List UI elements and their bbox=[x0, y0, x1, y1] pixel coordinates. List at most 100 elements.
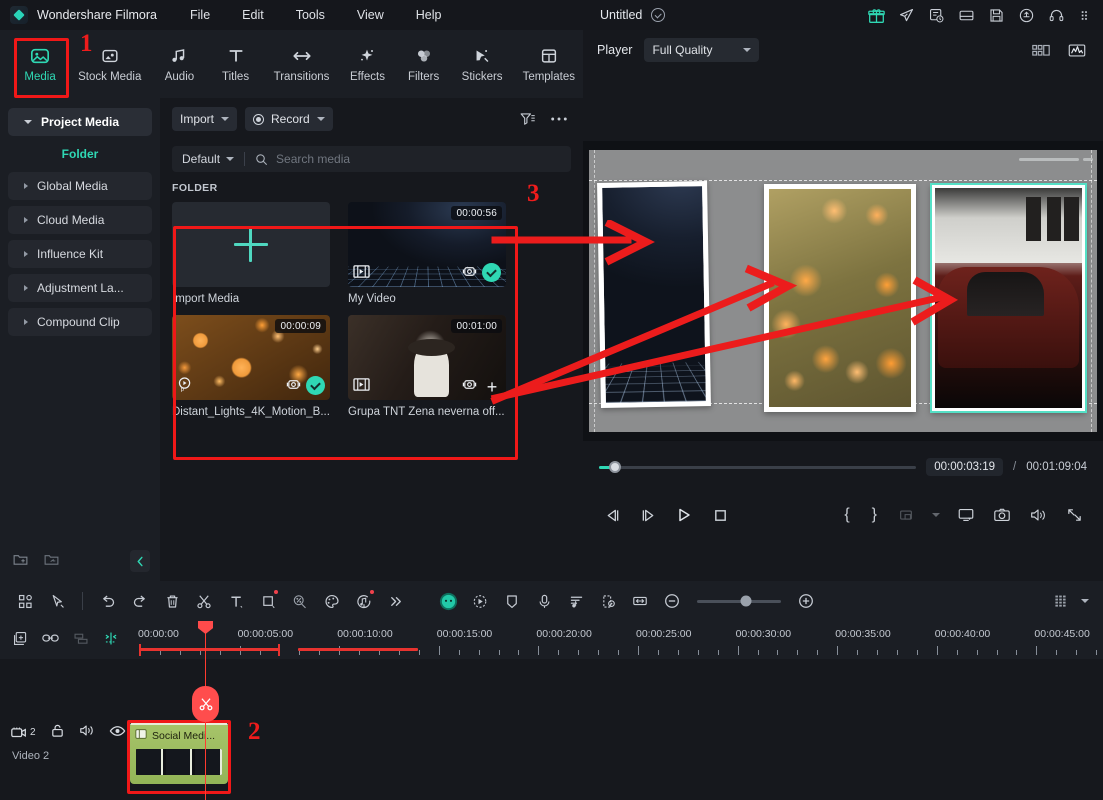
preview-sound-icon[interactable] bbox=[461, 377, 478, 395]
tab-audio[interactable]: Audio bbox=[153, 38, 205, 90]
quality-select[interactable]: Full Quality bbox=[644, 38, 760, 62]
add-to-timeline-icon[interactable]: + bbox=[483, 378, 501, 396]
import-media-thumb[interactable] bbox=[172, 202, 330, 287]
timeline-zoom-slider[interactable] bbox=[697, 595, 781, 607]
sidebar-item-global-media[interactable]: Global Media bbox=[8, 172, 152, 200]
sidebar-item-compound-clip[interactable]: Compound Clip bbox=[8, 308, 152, 336]
undo-icon[interactable] bbox=[93, 587, 123, 615]
waveform-view-icon[interactable] bbox=[1065, 38, 1089, 62]
motion-tracking-icon[interactable] bbox=[465, 587, 495, 615]
display-settings-icon[interactable] bbox=[953, 502, 979, 528]
more-options-icon[interactable] bbox=[547, 107, 571, 131]
task-list-icon[interactable] bbox=[923, 2, 949, 28]
track-lock-icon[interactable] bbox=[50, 723, 65, 741]
menu-tools[interactable]: Tools bbox=[280, 3, 341, 27]
project-settings-icon[interactable] bbox=[10, 587, 40, 615]
search-input[interactable] bbox=[276, 152, 561, 166]
stop-button[interactable] bbox=[707, 502, 733, 528]
tab-transitions[interactable]: Transitions bbox=[266, 38, 338, 90]
timeline-ruler-scale[interactable]: 00:00:00 00:00:05:00 00:00:10:00 00:00:15:0… bbox=[128, 621, 1103, 659]
play-button[interactable] bbox=[671, 502, 697, 528]
audio-mixer-icon[interactable] bbox=[561, 587, 591, 615]
split-at-playhead-button[interactable] bbox=[192, 686, 219, 722]
add-track-icon[interactable] bbox=[12, 630, 29, 650]
canvas-handle[interactable] bbox=[1019, 158, 1079, 161]
media-item-import[interactable]: Import Media bbox=[172, 202, 330, 305]
snapshot-icon[interactable] bbox=[989, 502, 1015, 528]
volume-icon[interactable] bbox=[1025, 502, 1051, 528]
new-folder-icon[interactable] bbox=[12, 551, 29, 571]
menu-view[interactable]: View bbox=[341, 3, 400, 27]
preview-sound-icon[interactable] bbox=[285, 377, 302, 395]
tab-filters[interactable]: Filters bbox=[398, 38, 450, 90]
render-preview-icon[interactable] bbox=[593, 587, 623, 615]
split-view-icon[interactable] bbox=[1029, 38, 1053, 62]
pip-icon[interactable] bbox=[893, 502, 919, 528]
markers-sync-icon[interactable] bbox=[102, 630, 120, 650]
color-palette-icon[interactable] bbox=[317, 587, 347, 615]
tab-stickers[interactable]: Stickers bbox=[454, 38, 511, 90]
preview-sound-icon[interactable] bbox=[461, 264, 478, 282]
record-button[interactable]: Record bbox=[245, 107, 333, 131]
tab-media[interactable]: Media bbox=[14, 38, 66, 90]
ai-assist-icon[interactable] bbox=[433, 587, 463, 615]
tab-titles[interactable]: Titles bbox=[210, 38, 262, 90]
more-tools-icon[interactable] bbox=[381, 587, 411, 615]
zoom-slider-handle[interactable] bbox=[740, 595, 752, 607]
voiceover-icon[interactable] bbox=[529, 587, 559, 615]
seek-handle[interactable] bbox=[608, 461, 621, 473]
mark-in-button[interactable]: { bbox=[838, 506, 855, 524]
media-thumb[interactable]: 00:00:56 bbox=[348, 202, 506, 287]
next-frame-button[interactable] bbox=[635, 502, 661, 528]
delete-icon[interactable] bbox=[157, 587, 187, 615]
zoom-in-icon[interactable] bbox=[791, 587, 821, 615]
select-tool-icon[interactable] bbox=[42, 587, 72, 615]
headset-support-icon[interactable] bbox=[1043, 2, 1069, 28]
media-item-distant-lights[interactable]: 00:00:09 p Distant_Lights_4K_Motion_B... bbox=[172, 315, 330, 418]
timeline-grid-caret-icon[interactable] bbox=[1077, 587, 1093, 615]
current-timecode[interactable]: 00:00:03:19 bbox=[926, 458, 1004, 476]
tab-stock-media[interactable]: Stock Media bbox=[70, 38, 149, 90]
speed-icon[interactable] bbox=[285, 587, 315, 615]
track-mute-icon[interactable] bbox=[79, 723, 95, 741]
track-camera-icon[interactable]: 2 bbox=[10, 725, 36, 740]
tab-effects[interactable]: Effects bbox=[341, 38, 393, 90]
redo-icon[interactable] bbox=[125, 587, 155, 615]
crop-icon[interactable] bbox=[253, 587, 283, 615]
gift-icon[interactable] bbox=[863, 2, 889, 28]
fit-timeline-icon[interactable] bbox=[625, 587, 655, 615]
preview-photo-2[interactable] bbox=[764, 184, 916, 412]
group-icon[interactable] bbox=[72, 630, 90, 650]
more-grid-icon[interactable] bbox=[1073, 2, 1099, 28]
seek-slider[interactable] bbox=[599, 461, 917, 473]
chevron-down-icon[interactable] bbox=[929, 502, 943, 528]
layout-icon[interactable] bbox=[953, 2, 979, 28]
media-item-grupa-tnt[interactable]: 00:01:00 + Grupa TNT Zena neverna off... bbox=[348, 315, 506, 418]
text-tool-icon[interactable] bbox=[221, 587, 251, 615]
sidebar-item-cloud-media[interactable]: Cloud Media bbox=[8, 206, 152, 234]
marker-icon[interactable] bbox=[497, 587, 527, 615]
track-visibility-icon[interactable] bbox=[109, 724, 126, 741]
cloud-upload-icon[interactable] bbox=[1013, 2, 1039, 28]
fullscreen-icon[interactable] bbox=[1061, 502, 1087, 528]
timeline-playhead[interactable] bbox=[192, 621, 219, 800]
media-thumb[interactable]: 00:00:09 p bbox=[172, 315, 330, 400]
sidebar-collapse-button[interactable] bbox=[130, 550, 150, 572]
save-icon[interactable] bbox=[983, 2, 1009, 28]
tab-templates[interactable]: Templates bbox=[515, 38, 583, 90]
media-item-my-video[interactable]: 00:00:56 My Video bbox=[348, 202, 506, 305]
timeline-grid-icon[interactable] bbox=[1045, 587, 1075, 615]
preview-photo-1[interactable] bbox=[597, 181, 711, 408]
auto-beat-sync-icon[interactable]: A bbox=[349, 587, 379, 615]
send-icon[interactable] bbox=[893, 2, 919, 28]
sidebar-item-folder[interactable]: Folder bbox=[0, 142, 160, 166]
timeline-clip-social-media[interactable]: Social Medi... bbox=[130, 722, 228, 784]
open-folder-icon[interactable] bbox=[43, 551, 60, 571]
menu-edit[interactable]: Edit bbox=[226, 3, 280, 27]
sidebar-item-project-media[interactable]: Project Media bbox=[8, 108, 152, 136]
import-button[interactable]: Import bbox=[172, 107, 238, 131]
media-thumb[interactable]: 00:01:00 + bbox=[348, 315, 506, 400]
menu-file[interactable]: File bbox=[174, 3, 226, 27]
link-clips-icon[interactable] bbox=[41, 630, 60, 650]
filter-icon[interactable] bbox=[515, 107, 539, 131]
